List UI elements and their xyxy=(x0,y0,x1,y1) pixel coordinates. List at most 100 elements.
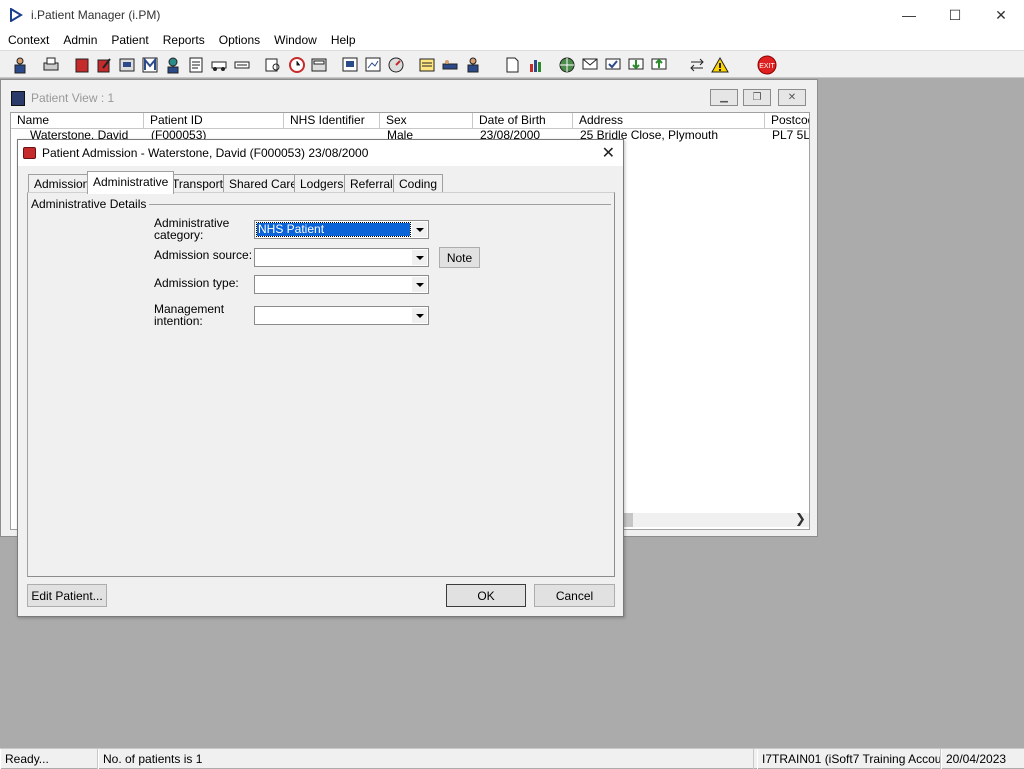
note-button[interactable]: Note xyxy=(439,247,480,268)
tab-administrative[interactable]: Administrative xyxy=(87,171,175,194)
column-name[interactable]: Name xyxy=(11,113,144,129)
minimize-button[interactable]: — xyxy=(886,0,932,30)
menu-bar: Context Admin Patient Reports Options Wi… xyxy=(0,30,1024,50)
menu-reports[interactable]: Reports xyxy=(156,30,212,50)
app-title-bar: i.Patient Manager (i.PM) — ☐ ✕ xyxy=(0,0,1024,30)
close-button[interactable]: ✕ xyxy=(978,0,1024,30)
transfer-icon[interactable] xyxy=(231,54,253,76)
scroll-right-icon[interactable]: ❯ xyxy=(795,511,806,527)
column-postcode[interactable]: Postcode xyxy=(765,113,809,129)
menu-window[interactable]: Window xyxy=(267,30,324,50)
notes-icon[interactable] xyxy=(185,54,207,76)
patient-view-title: Patient View : 1 xyxy=(31,91,115,105)
book-icon[interactable] xyxy=(71,54,93,76)
management-intention-label: Management intention: xyxy=(154,303,224,327)
message-icon[interactable] xyxy=(579,54,601,76)
check-message-icon[interactable] xyxy=(602,54,624,76)
app-logo-icon xyxy=(9,7,23,23)
dialog-title-bar: Patient Admission - Waterstone, David (F… xyxy=(18,140,623,166)
status-state: Ready... xyxy=(0,749,98,769)
management-intention-label-line2: intention: xyxy=(154,314,203,328)
admin-category-value: NHS Patient xyxy=(256,222,411,237)
warning-icon[interactable] xyxy=(709,54,731,76)
column-nhs-identifier[interactable]: NHS Identifier xyxy=(284,113,380,129)
menu-options[interactable]: Options xyxy=(212,30,267,50)
bar-chart-icon[interactable] xyxy=(525,54,547,76)
menu-admin[interactable]: Admin xyxy=(56,30,104,50)
column-patient-id[interactable]: Patient ID xyxy=(144,113,284,129)
list-icon[interactable] xyxy=(416,54,438,76)
find-icon[interactable] xyxy=(262,54,284,76)
column-date-of-birth[interactable]: Date of Birth xyxy=(473,113,573,129)
chevron-down-icon[interactable] xyxy=(412,277,427,292)
globe-icon[interactable] xyxy=(556,54,578,76)
tab-referral[interactable]: Referral xyxy=(344,174,399,193)
cancel-button[interactable]: Cancel xyxy=(534,584,615,607)
upload-message-icon[interactable] xyxy=(648,54,670,76)
ok-button[interactable]: OK xyxy=(446,584,526,607)
chart-icon[interactable] xyxy=(362,54,384,76)
edit-patient-button[interactable]: Edit Patient... xyxy=(27,584,107,607)
transport-icon[interactable] xyxy=(208,54,230,76)
person-icon[interactable] xyxy=(462,54,484,76)
menu-context[interactable]: Context xyxy=(1,30,56,50)
tab-coding[interactable]: Coding xyxy=(393,174,444,193)
patient-list-header: Name Patient ID NHS Identifier Sex Date … xyxy=(11,113,809,129)
admission-source-select[interactable] xyxy=(254,248,429,267)
bed-icon[interactable] xyxy=(439,54,461,76)
chevron-down-icon[interactable] xyxy=(412,308,427,323)
user-icon[interactable] xyxy=(162,54,184,76)
exit-label: EXIT xyxy=(759,63,775,70)
patient-view-restore-button[interactable]: ❐ xyxy=(743,89,771,106)
tab-shared-care[interactable]: Shared Care xyxy=(223,174,304,193)
horizontal-scrollbar[interactable] xyxy=(622,513,809,527)
admission-source-label: Admission source: xyxy=(154,248,253,262)
patient-view-close-button[interactable]: ✕ xyxy=(778,89,806,106)
admission-type-value xyxy=(257,278,258,291)
gauge-icon[interactable] xyxy=(385,54,407,76)
report-icon[interactable] xyxy=(116,54,138,76)
management-intention-select[interactable] xyxy=(254,306,429,325)
tab-admission[interactable]: Admission xyxy=(28,174,96,193)
patient-view-minimize-button[interactable]: ▁ xyxy=(710,89,738,106)
print-icon[interactable] xyxy=(40,54,62,76)
mail-icon[interactable] xyxy=(139,54,161,76)
edit-icon[interactable] xyxy=(93,54,115,76)
tab-transport[interactable]: Transport xyxy=(166,174,229,193)
medical-bag-icon xyxy=(23,147,36,159)
cell-postcode: PL7 5LP xyxy=(772,129,810,142)
column-address[interactable]: Address xyxy=(573,113,765,129)
exit-button[interactable]: EXIT xyxy=(756,54,778,76)
group-divider xyxy=(133,204,611,205)
admin-category-label-line2: category: xyxy=(154,228,204,242)
chevron-down-icon[interactable] xyxy=(412,222,427,237)
download-message-icon[interactable] xyxy=(625,54,647,76)
clock-icon[interactable] xyxy=(286,54,308,76)
admission-type-label: Admission type: xyxy=(154,276,239,290)
screen-icon[interactable] xyxy=(339,54,361,76)
dialog-title: Patient Admission - Waterstone, David (F… xyxy=(42,146,369,160)
status-date: 20/04/2023 xyxy=(941,749,1024,769)
document-icon[interactable] xyxy=(501,54,523,76)
patient-admission-dialog: Patient Admission - Waterstone, David (F… xyxy=(17,139,624,617)
status-patient-count: No. of patients is 1 xyxy=(98,749,754,769)
group-title: Administrative Details xyxy=(31,197,150,211)
status-account: I7TRAIN01 (iSoft7 Training Account) xyxy=(757,749,941,769)
calculator-icon[interactable] xyxy=(308,54,330,76)
dialog-close-button[interactable]: ✕ xyxy=(602,143,615,163)
menu-patient[interactable]: Patient xyxy=(104,30,155,50)
administrative-panel: Administrative Details Administrative ca… xyxy=(27,192,615,577)
maximize-button[interactable]: ☐ xyxy=(932,0,978,30)
admission-type-select[interactable] xyxy=(254,275,429,294)
admin-category-select[interactable]: NHS Patient xyxy=(254,220,429,239)
admission-source-value xyxy=(257,251,258,264)
app-title: i.Patient Manager (i.PM) xyxy=(31,8,161,22)
tab-lodgers[interactable]: Lodgers xyxy=(294,174,350,193)
status-bar: Ready... No. of patients is 1 I7TRAIN01 … xyxy=(0,748,1024,769)
chevron-down-icon[interactable] xyxy=(412,250,427,265)
patient-icon[interactable] xyxy=(9,54,31,76)
column-sex[interactable]: Sex xyxy=(380,113,473,129)
swap-icon[interactable] xyxy=(686,54,708,76)
menu-help[interactable]: Help xyxy=(324,30,363,50)
patient-view-icon xyxy=(11,90,25,106)
